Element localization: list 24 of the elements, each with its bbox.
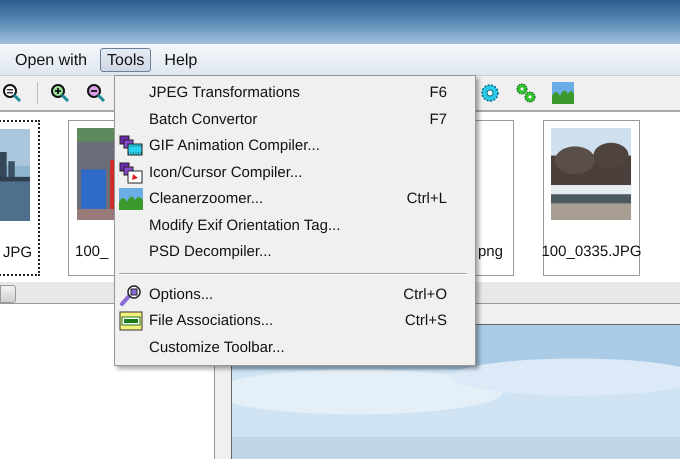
wrench-icon (119, 284, 143, 306)
menu-item[interactable]: File Associations... Ctrl+S (115, 308, 475, 334)
zoom-out-icon[interactable] (86, 83, 106, 103)
menu-item[interactable]: Customize Toolbar... (115, 334, 475, 361)
thumbnail-card[interactable]: 100_0335.JPG (543, 120, 640, 276)
thumbnail-label: 100_0335.JPG (541, 242, 642, 262)
zoom-in-icon[interactable] (50, 83, 70, 103)
frames-cursor-icon (119, 162, 143, 184)
bmp-file-icon (119, 310, 143, 332)
scrollbar-thumb[interactable] (0, 285, 16, 303)
menu-bar-item[interactable]: Open with (8, 48, 94, 72)
menu-bar-item[interactable]: Help (157, 48, 204, 72)
menu-item[interactable]: JPEG Transformations F6 (115, 80, 475, 106)
menu-item[interactable]: Options... Ctrl+O (115, 282, 475, 308)
landscape-icon (119, 188, 143, 210)
thumbnail-label: 100_ (74, 242, 108, 262)
gears-icon[interactable] (515, 82, 537, 104)
thumbnail-label: JPG (2, 243, 33, 263)
gear-icon[interactable] (480, 83, 500, 103)
thumbnail-label: png (478, 242, 504, 262)
thumbnail-card[interactable]: JPG (0, 120, 40, 276)
menu-bar-item[interactable]: Tools (100, 48, 152, 72)
zoom-fit-icon[interactable] (2, 83, 22, 103)
film-frames-icon (119, 135, 143, 158)
